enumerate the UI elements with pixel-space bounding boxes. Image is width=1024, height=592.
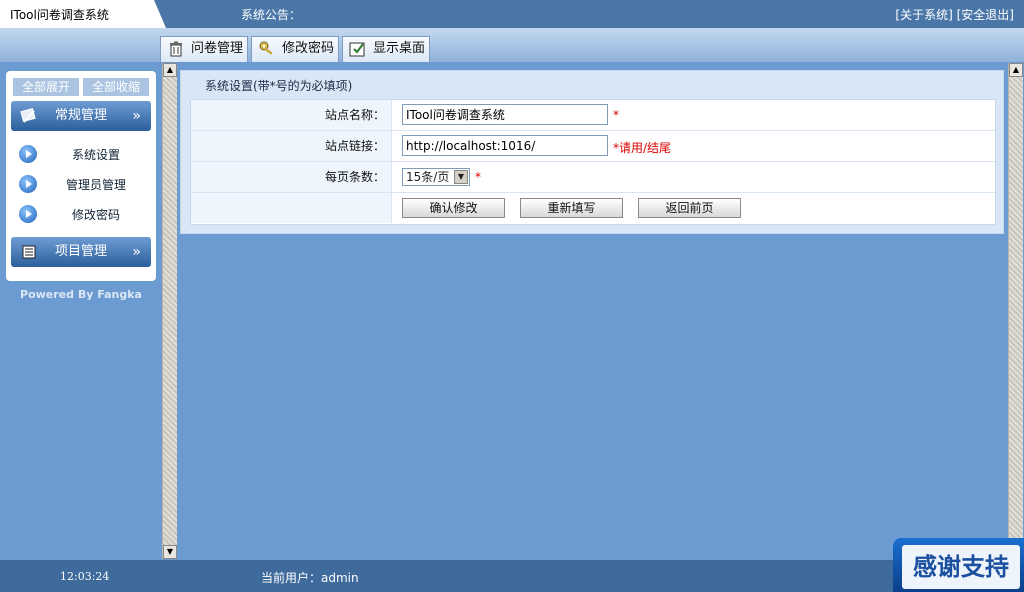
- desktop-icon: [349, 42, 365, 57]
- sidebar-item-system-settings[interactable]: 系统设置: [16, 143, 146, 165]
- tab-label: 问卷管理: [191, 41, 244, 56]
- play-circle-icon: [19, 145, 37, 163]
- trash-icon: [170, 41, 182, 57]
- chevron-double-right-icon: »: [132, 108, 141, 124]
- list-icon: [22, 245, 36, 259]
- back-button[interactable]: 返回前页: [638, 198, 741, 218]
- confirm-button[interactable]: 确认修改: [402, 198, 505, 218]
- app-title: ITool问卷调查系统: [0, 0, 166, 28]
- thanks-badge-label: 感谢支持: [902, 545, 1020, 589]
- toolbar-band: 问卷管理 修改密码 显示桌面: [0, 28, 1024, 62]
- scroll-up-icon[interactable]: ▲: [1009, 63, 1023, 77]
- keys-icon: [259, 41, 273, 55]
- sidebar-group-label: 项目管理: [55, 244, 108, 259]
- powered-by: Powered By Fangka: [20, 288, 142, 301]
- tab-change-password[interactable]: 修改密码: [251, 36, 339, 62]
- sidebar-item-label: 管理员管理: [65, 178, 126, 192]
- site-link-label: 站点链接：: [191, 131, 392, 161]
- tab-show-desktop[interactable]: 显示桌面: [342, 36, 430, 62]
- sidebar-item-admin-management[interactable]: 管理员管理: [16, 173, 146, 195]
- status-bar: 12:03:24 当前用户：admin: [0, 560, 1024, 592]
- form-caption: 系统设置(带*号的为必填项): [205, 79, 353, 93]
- tab-label: 显示桌面: [373, 41, 426, 56]
- scroll-up-icon[interactable]: ▲: [163, 63, 177, 77]
- site-name-label: 站点名称：: [191, 100, 392, 130]
- site-link-hint: *请用/结尾: [613, 141, 672, 155]
- dropdown-arrow-icon[interactable]: ▼: [454, 170, 468, 184]
- sidebar-item-label: 系统设置: [71, 148, 120, 162]
- top-links: [关于系统] [安全退出]: [895, 6, 1014, 23]
- tools-icon: [20, 108, 36, 123]
- sidebar: 全部展开 全部收缩 常规管理 » 系统设置 管理员管理 修改密码 项目管理 »: [6, 71, 156, 281]
- form-row-actions: 确认修改 重新填写 返回前页: [191, 193, 995, 224]
- top-bar: ITool问卷调查系统 系统公告： [关于系统] [安全退出]: [0, 0, 1024, 28]
- per-page-select[interactable]: 15条/页 ▼: [402, 168, 470, 186]
- required-marker: *: [475, 170, 481, 184]
- site-link-input[interactable]: [402, 135, 608, 156]
- sidebar-scrollbar[interactable]: ▲ ▼: [162, 63, 177, 559]
- required-marker: *: [613, 108, 619, 122]
- form-row-per-page: 每页条数： 15条/页 ▼ *: [191, 162, 995, 193]
- sidebar-group-project[interactable]: 项目管理 »: [11, 237, 151, 267]
- play-circle-icon: [19, 205, 37, 223]
- tab-survey-management[interactable]: 问卷管理: [160, 36, 248, 62]
- form-row-site-name: 站点名称： *: [191, 100, 995, 131]
- per-page-selected-value: 15条/页: [406, 170, 450, 184]
- main-scrollbar[interactable]: ▲: [1008, 63, 1023, 559]
- sidebar-group-general[interactable]: 常规管理 »: [11, 101, 151, 131]
- clock: 12:03:24: [60, 570, 110, 583]
- per-page-label: 每页条数：: [191, 162, 392, 192]
- current-user: 当前用户：admin: [261, 571, 359, 585]
- site-name-input[interactable]: [402, 104, 608, 125]
- collapse-all-button[interactable]: 全部收缩: [83, 78, 149, 96]
- logout-link[interactable]: [安全退出]: [957, 8, 1014, 22]
- scroll-down-icon[interactable]: ▼: [163, 545, 177, 559]
- sidebar-item-change-password[interactable]: 修改密码: [16, 203, 146, 225]
- play-circle-icon: [19, 175, 37, 193]
- reset-button[interactable]: 重新填写: [520, 198, 623, 218]
- sidebar-item-label: 修改密码: [71, 208, 120, 222]
- tab-label: 修改密码: [282, 41, 335, 56]
- settings-panel: 系统设置(带*号的为必填项) 站点名称： * 站点链接： *请用/结尾 每页条数…: [180, 70, 1004, 234]
- thanks-badge[interactable]: 感谢支持: [893, 538, 1024, 592]
- form-row-site-link: 站点链接： *请用/结尾: [191, 131, 995, 162]
- actions-label-cell: [191, 193, 392, 223]
- expand-all-button[interactable]: 全部展开: [13, 78, 79, 96]
- system-notice-label: 系统公告：: [241, 8, 302, 22]
- settings-form: 站点名称： * 站点链接： *请用/结尾 每页条数： 15条/页 ▼ *: [190, 99, 996, 225]
- about-system-link[interactable]: [关于系统]: [895, 8, 952, 22]
- sidebar-group-label: 常规管理: [55, 108, 108, 123]
- chevron-double-right-icon: »: [132, 244, 141, 260]
